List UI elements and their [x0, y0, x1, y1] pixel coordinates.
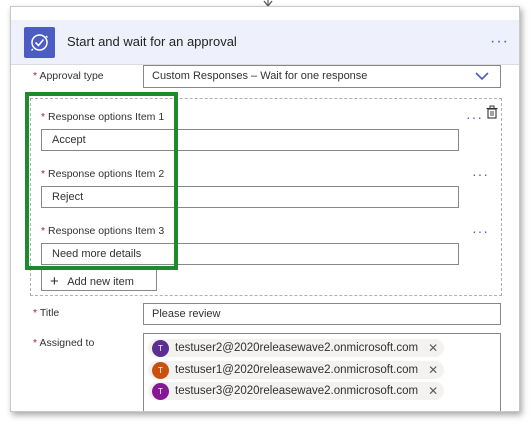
- approval-action-card: Start and wait for an approval ··· * App…: [10, 6, 520, 412]
- response-item-2-value: Reject: [52, 191, 84, 203]
- item-1-more-icon[interactable]: ···: [466, 109, 483, 125]
- approval-type-label-text: Approval type: [39, 70, 104, 82]
- chevron-down-icon: [475, 72, 489, 81]
- item-3-more-icon[interactable]: ···: [472, 223, 489, 239]
- assigned-to-label-text: Assigned to: [39, 337, 95, 349]
- plus-icon: +: [50, 273, 59, 290]
- response-item-2-label-text: Response options Item 2: [48, 168, 165, 180]
- response-item-3-input[interactable]: Need more details: [41, 243, 459, 265]
- required-marker: *: [41, 225, 46, 237]
- approval-type-dropdown[interactable]: Custom Responses – Wait for one response: [143, 65, 501, 88]
- required-marker: *: [33, 337, 38, 349]
- add-new-item-label: Add new item: [67, 276, 134, 288]
- avatar: T: [152, 382, 169, 400]
- user-pill[interactable]: Ttestuser1@2020releasewave2.onmicrosoft.…: [148, 361, 445, 379]
- delete-icon[interactable]: [485, 105, 499, 119]
- title-input[interactable]: Please review: [143, 303, 501, 325]
- required-marker: *: [41, 168, 46, 180]
- assigned-to-label: * Assigned to: [33, 337, 94, 349]
- more-options-icon[interactable]: ···: [490, 33, 509, 51]
- item-2-more-icon[interactable]: ···: [472, 166, 489, 182]
- response-item-1-label-text: Response options Item 1: [48, 111, 165, 123]
- response-item-3-label-text: Response options Item 3: [48, 225, 165, 237]
- user-email: testuser1@2020releasewave2.onmicrosoft.c…: [175, 364, 419, 376]
- avatar: T: [152, 361, 169, 379]
- title-value: Please review: [152, 308, 221, 320]
- required-marker: *: [33, 70, 38, 82]
- required-marker: *: [41, 111, 46, 123]
- user-pill[interactable]: Ttestuser3@2020releasewave2.onmicrosoft.…: [148, 382, 445, 400]
- remove-user-icon[interactable]: ✕: [428, 384, 438, 398]
- response-item-2-input[interactable]: Reject: [41, 186, 459, 208]
- avatar: T: [152, 339, 169, 357]
- required-marker: *: [33, 307, 38, 319]
- assigned-to-field[interactable]: Ttestuser2@2020releasewave2.onmicrosoft.…: [143, 333, 501, 411]
- remove-user-icon[interactable]: ✕: [428, 363, 438, 377]
- response-item-1-value: Accept: [52, 134, 86, 146]
- card-title: Start and wait for an approval: [67, 34, 237, 49]
- title-label-text: Title: [39, 307, 60, 319]
- response-item-3-value: Need more details: [52, 248, 142, 260]
- response-item-1-input[interactable]: Accept: [41, 129, 459, 151]
- add-new-item-button[interactable]: + Add new item: [41, 269, 157, 291]
- title-label: * Title: [33, 307, 59, 319]
- user-email: testuser2@2020releasewave2.onmicrosoft.c…: [175, 342, 419, 354]
- user-email: testuser3@2020releasewave2.onmicrosoft.c…: [175, 385, 419, 397]
- approvals-icon: [24, 27, 55, 58]
- approval-type-value: Custom Responses – Wait for one response: [152, 70, 368, 82]
- approval-type-label: * Approval type: [33, 70, 104, 82]
- card-header[interactable]: Start and wait for an approval ···: [11, 20, 519, 65]
- remove-user-icon[interactable]: ✕: [428, 341, 438, 355]
- user-pill[interactable]: Ttestuser2@2020releasewave2.onmicrosoft.…: [148, 339, 445, 357]
- response-options-group: * Response options Item 1 ··· Accept * R…: [30, 98, 502, 296]
